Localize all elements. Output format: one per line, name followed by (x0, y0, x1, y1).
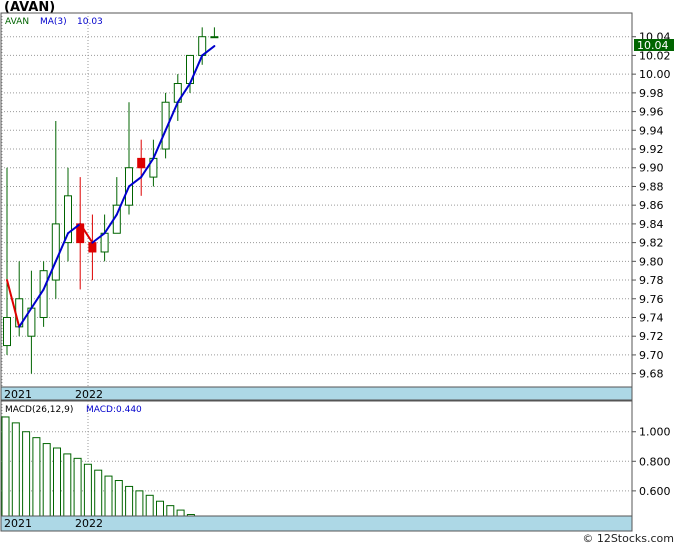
macd-bar (94, 469, 103, 517)
footer-credit: © 12Stocks.com (582, 532, 674, 545)
candle-body (51, 223, 60, 281)
price-ytick-label: 9.94 (639, 124, 664, 137)
price-ytick-label: 9.76 (639, 293, 664, 306)
macd-ytick-label: 0.600 (639, 485, 671, 498)
macd-bar (63, 453, 72, 517)
macd-bar (22, 431, 31, 517)
legend-symbol: AVAN (5, 17, 29, 27)
price-ytick-label: 9.98 (639, 87, 664, 100)
macd-bar (176, 509, 185, 517)
macd-y-axis: 1.000 0.800 0.600 (632, 426, 671, 498)
candle-body (137, 157, 146, 169)
macd-bar (145, 494, 154, 517)
price-ytick-label: 9.72 (639, 330, 664, 343)
macd-bar (11, 422, 20, 517)
price-ytick-label: 9.96 (639, 106, 664, 119)
macd-bar (114, 480, 123, 517)
last-price-label: 10.04 (637, 39, 669, 52)
macd-bar (42, 443, 51, 517)
macd-bar (104, 475, 113, 517)
macd-xtick-label: 2021 (4, 517, 32, 530)
legend-ma-value: 10.03 (77, 17, 103, 27)
price-xtick-label: 2022 (75, 388, 103, 401)
price-ytick-label: 9.90 (639, 162, 664, 175)
price-ytick-label: 9.70 (639, 349, 664, 362)
macd-legend-label: MACD(26,12,9) (5, 405, 73, 415)
price-panel (0, 12, 633, 401)
macd-bar (135, 490, 144, 517)
macd-ytick-label: 0.800 (639, 455, 671, 468)
price-ytick-label: 9.88 (639, 180, 664, 193)
macd-bar (32, 437, 41, 517)
macd-bar (1, 416, 10, 517)
macd-bar (166, 505, 175, 517)
price-ytick-label: 9.82 (639, 237, 664, 250)
legend-ma: MA(3) (40, 17, 67, 27)
price-ytick-label: 9.68 (639, 368, 664, 381)
macd-bar (125, 485, 134, 517)
macd-bar (73, 457, 82, 517)
macd-bar (156, 500, 164, 517)
price-y-axis: 10.0410.0210.009.989.969.949.929.909.889… (632, 31, 671, 381)
candle-body (210, 36, 219, 39)
candle-body (88, 242, 97, 253)
price-xtick-label: 2021 (4, 388, 32, 401)
price-ytick-label: 9.78 (639, 274, 664, 287)
macd-legend-value: MACD:0.440 (86, 405, 142, 415)
macd-ytick-label: 1.000 (639, 426, 671, 439)
stock-chart: 10.0410.0210.009.989.969.949.929.909.889… (0, 12, 674, 532)
price-ytick-label: 9.86 (639, 199, 664, 212)
price-ytick-label: 10.00 (639, 68, 671, 81)
price-ytick-label: 9.80 (639, 255, 664, 268)
macd-bar (53, 447, 61, 517)
price-ytick-label: 9.84 (639, 218, 664, 231)
price-ytick-label: 9.92 (639, 143, 664, 156)
candle-body (3, 316, 11, 347)
price-ytick-label: 9.74 (639, 311, 664, 324)
macd-bar (83, 463, 92, 517)
macd-xtick-label: 2022 (75, 517, 103, 530)
